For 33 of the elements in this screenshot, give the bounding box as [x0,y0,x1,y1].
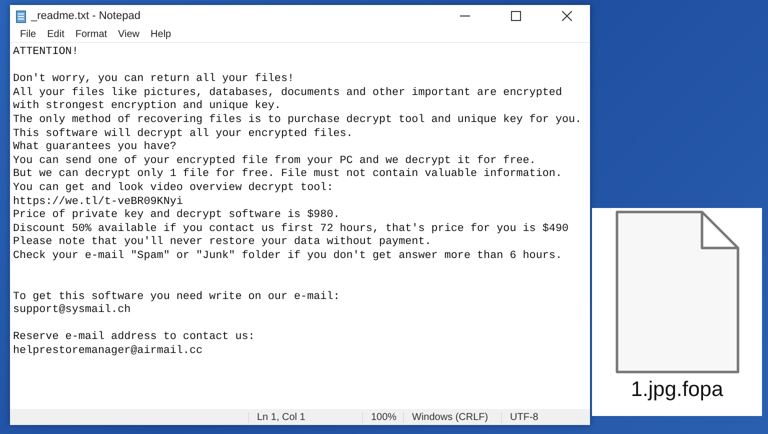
window-title: _readme.txt - Notepad [31,10,142,22]
maximize-icon [511,11,521,21]
menu-item[interactable]: Edit [42,29,70,40]
text-line: Reserve e-mail address to contact us: [13,331,256,345]
status-field: 100% [362,412,403,422]
text-line: Discount 50% available if you contact us first 72 hours, that's price for you is $490 [13,222,570,236]
status-field: Windows (CRLF) [403,412,501,422]
file-name[interactable]: 1.jpg.fopa [630,378,724,402]
text-line: You can get and look video overview decrypt tool: [13,182,334,196]
text-line: Don't worry, you can return all your files! [13,73,296,87]
text-line: https://we.tl/t-veBR09KNyi [13,196,184,209]
menu-item[interactable]: File [15,29,42,40]
text-line: ATTENTION! [13,46,80,60]
menu-item[interactable]: View [113,29,145,40]
text-line: All your files like pictures, databases, documents and other important are encrypted [13,86,563,100]
text-line: To get this software you need write on our e-mail: [13,290,341,304]
close-icon [562,11,572,21]
text-line: What guarantees you have? [13,141,178,155]
text-line: The only method of recovering files is to purchase decrypt tool and unique key for you. [13,114,583,128]
status-field: Ln 1, Col 1 [248,412,362,422]
menu-item[interactable]: Format [70,29,112,40]
text-line: Price of private key and decrypt software is $980. [13,209,341,223]
text-line: But we can decrypt only 1 file for free. File must not contain valuable information. [13,168,563,182]
text-line: helprestoremanager@airmail.cc [13,345,204,359]
menu-item[interactable]: Help [146,29,176,40]
status-field: UTF-8 [501,412,590,422]
text-line: with strongest encryption and unique key. [13,100,282,114]
text-line: You can send one of your encrypted file from your PC and we decrypt it for free. [13,154,537,168]
text-line: This software will decrypt all your encrypted files. [13,128,354,141]
notepad-icon [16,10,26,22]
text-line: support@sysmail.ch [13,304,132,318]
text-line: Check your e-mail "Spam" or "Junk" folder if you don't get answer more than 6 hours. [13,250,563,264]
text-line: Please note that you'll never restore your data without payment. [13,236,432,250]
